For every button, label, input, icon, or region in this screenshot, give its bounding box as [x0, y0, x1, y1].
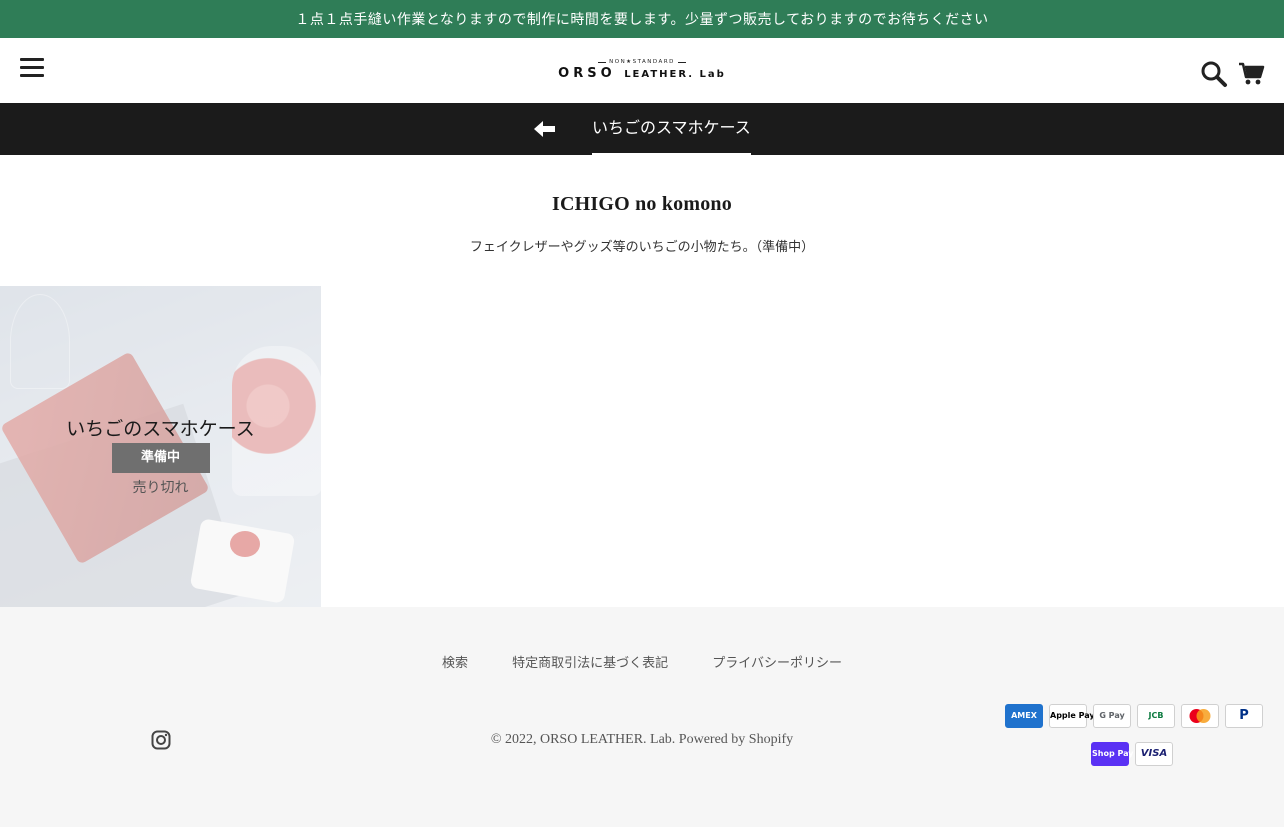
- announcement-text: １点１点手縫い作業となりますので制作に時間を要します。少量ずつ販売しておりますの…: [295, 12, 989, 28]
- product-info: いちごのスマホケース 準備中 売り切れ: [0, 414, 321, 497]
- collection-title: ICHIGO no komono: [552, 193, 732, 215]
- google-pay-icon: G Pay: [1093, 704, 1131, 728]
- site-logo[interactable]: NON★STANDARD ORSO LEATHER. Lab: [552, 59, 732, 81]
- menu-icon[interactable]: [20, 58, 44, 78]
- site-header: NON★STANDARD ORSO LEATHER. Lab: [0, 38, 1284, 103]
- mastercard-icon: [1181, 704, 1219, 728]
- cart-icon[interactable]: [1238, 60, 1266, 88]
- search-icon[interactable]: [1200, 60, 1228, 88]
- logo-tagline: NON★STANDARD: [552, 59, 732, 65]
- logo-brand: ORSO LEATHER. Lab: [558, 66, 726, 81]
- sold-out-label: 売り切れ: [132, 480, 189, 496]
- footer-link-privacy[interactable]: プライバシーポリシー: [712, 656, 842, 671]
- footer-link-search[interactable]: 検索: [442, 656, 468, 671]
- back-arrow-icon[interactable]: [534, 120, 556, 138]
- collection-description: フェイクレザーやグッズ等のいちごの小物たち。（準備中）: [469, 240, 815, 255]
- footer-links: 検索 特定商取引法に基づく表記 プライバシーポリシー: [0, 652, 1284, 671]
- apple-pay-icon: Apple Pay: [1049, 704, 1095, 728]
- visa-icon: VISA: [1135, 742, 1173, 766]
- paypal-icon: P: [1225, 704, 1263, 728]
- collection-subnav: いちごのスマホケース: [0, 103, 1284, 155]
- footer-link-legal[interactable]: 特定商取引法に基づく表記: [512, 656, 668, 671]
- announcement-bar: １点１点手縫い作業となりますので制作に時間を要します。少量ずつ販売しておりますの…: [0, 0, 1284, 38]
- site-footer: 検索 特定商取引法に基づく表記 プライバシーポリシー © 2022, ORSO …: [0, 607, 1284, 827]
- shop-pay-icon: Shop Pay: [1091, 742, 1133, 766]
- product-card[interactable]: いちごのスマホケース 準備中 売り切れ: [0, 286, 321, 607]
- product-name: いちごのスマホケース: [66, 418, 255, 440]
- status-badge: 準備中: [111, 443, 210, 473]
- jcb-icon: JCB: [1137, 704, 1175, 728]
- payment-icons: AMEX Apple Pay G Pay JCB P Shop Pay VISA: [985, 704, 1263, 780]
- amex-icon: AMEX: [1005, 704, 1043, 728]
- subnav-title: いちごのスマホケース: [592, 103, 751, 155]
